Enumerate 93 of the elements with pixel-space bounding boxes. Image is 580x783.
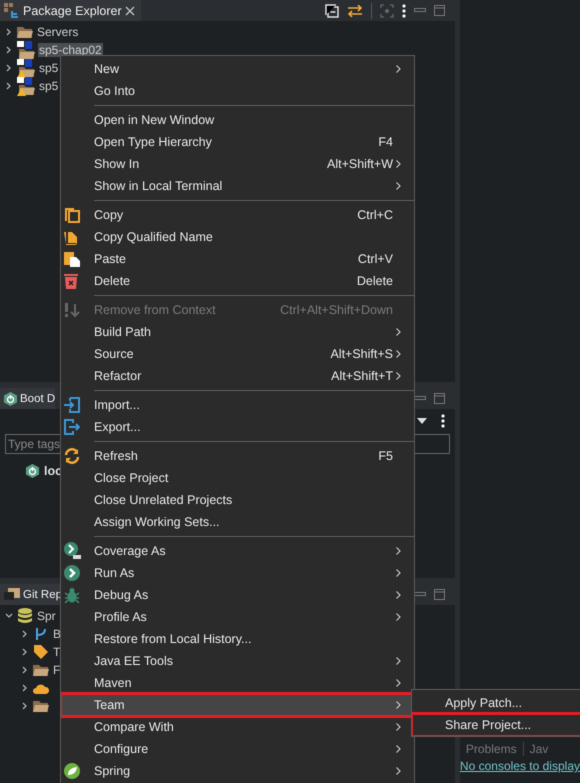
database-icon	[17, 608, 33, 624]
menu-item[interactable]: Refactor Alt+Shift+T	[61, 365, 414, 387]
collapsed-chevron-icon[interactable]	[6, 46, 12, 54]
refresh-icon	[64, 448, 80, 464]
menu-item[interactable]: Apply Patch...	[412, 692, 580, 714]
link-arrows-icon[interactable]	[346, 4, 363, 16]
maximize-icon[interactable]	[434, 393, 445, 404]
menu-item[interactable]: Show in Local Terminal	[61, 175, 414, 197]
view-tab[interactable]: Jav	[530, 742, 548, 756]
paste-icon	[64, 251, 80, 267]
menu-item[interactable]: Restore from Local History...	[61, 628, 414, 650]
menu-item[interactable]: Configure	[61, 738, 414, 760]
tree-item[interactable]: sp5	[38, 61, 60, 75]
package-icon	[4, 2, 20, 18]
menu-item[interactable]: Copy Ctrl+C	[61, 204, 414, 226]
menu-item[interactable]: Delete Delete	[61, 270, 414, 292]
menu-item[interactable]: Build Path	[61, 321, 414, 343]
tag-icon	[33, 644, 49, 660]
bug-icon	[64, 587, 80, 603]
more-options-icon[interactable]	[402, 4, 406, 18]
collapsed-chevron-icon[interactable]	[22, 648, 28, 656]
menu-item: Remove from Context Ctrl+Alt+Shift+Down	[61, 299, 414, 321]
menu-item[interactable]: Run As	[61, 562, 414, 584]
collapsed-chevron-icon[interactable]	[6, 64, 12, 72]
menu-item[interactable]: Java EE Tools	[61, 650, 414, 672]
menu-item[interactable]: Compare With	[61, 716, 414, 738]
maximize-icon[interactable]	[434, 5, 445, 16]
collapsed-chevron-icon[interactable]	[22, 702, 28, 710]
minimize-icon[interactable]	[414, 396, 426, 402]
console-message: No consoles to display	[460, 759, 580, 773]
folder-icon	[33, 663, 49, 677]
menu-item[interactable]: New	[61, 58, 414, 80]
menu-item[interactable]: Close Unrelated Projects	[61, 489, 414, 511]
menu-item[interactable]: Maven	[61, 672, 414, 694]
view-tab[interactable]: Boot D	[0, 388, 56, 409]
tree-item[interactable]: sp5	[38, 79, 60, 93]
menu-item[interactable]: Close Project	[61, 467, 414, 489]
delete-icon	[64, 273, 78, 289]
copy-icon	[64, 207, 80, 223]
collapsed-chevron-icon[interactable]	[22, 666, 28, 674]
menu-item[interactable]: Refresh F5	[61, 445, 414, 467]
expanded-chevron-icon[interactable]	[5, 613, 13, 619]
git-icon	[4, 588, 20, 602]
menu-item[interactable]: Source Alt+Shift+S	[61, 343, 414, 365]
tree-item[interactable]: Spr	[36, 609, 57, 623]
collapsed-chevron-icon[interactable]	[22, 684, 28, 692]
menu-item[interactable]: Coverage As	[61, 540, 414, 562]
menu-item[interactable]: Go Into	[61, 80, 414, 102]
tree-item[interactable]: Servers	[36, 25, 80, 39]
tree-item[interactable]: T	[52, 645, 62, 659]
focus-icon[interactable]	[380, 4, 394, 18]
folder-icon	[33, 699, 49, 713]
menu-item[interactable]: Open in New Window	[61, 109, 414, 131]
document-icon	[64, 229, 78, 245]
power-icon	[26, 464, 39, 478]
menu-item[interactable]: Team	[61, 694, 414, 716]
disabled-arrow-icon	[64, 302, 80, 318]
maximize-icon[interactable]	[434, 589, 445, 600]
spring-leaf-icon	[64, 763, 80, 779]
menu-item[interactable]: Open Type Hierarchy F4	[61, 131, 414, 153]
view-tab[interactable]: Package Explorer	[0, 0, 141, 21]
menu-item[interactable]: Copy Qualified Name	[61, 226, 414, 248]
menu-item[interactable]: Import...	[61, 394, 414, 416]
collapsed-chevron-icon[interactable]	[6, 82, 12, 90]
menu-item[interactable]: Assign Working Sets...	[61, 511, 414, 533]
minimize-icon[interactable]	[414, 8, 426, 14]
cloud-icon	[33, 682, 49, 694]
menu-item[interactable]: Export...	[61, 416, 414, 438]
view-tab[interactable]: Problems	[466, 742, 517, 756]
folder-icon	[17, 25, 33, 39]
tree-item[interactable]: B	[52, 627, 62, 641]
export-icon	[64, 419, 80, 435]
run-icon	[64, 565, 80, 581]
menu-item[interactable]: Show In Alt+Shift+W	[61, 153, 414, 175]
tree-item[interactable]: F	[52, 663, 62, 677]
more-options-icon[interactable]	[440, 414, 445, 428]
collapse-all-icon[interactable]	[324, 4, 339, 18]
menu-item[interactable]: Profile As	[61, 606, 414, 628]
branch-icon	[33, 626, 49, 642]
menu-item[interactable]: Debug As	[61, 584, 414, 606]
tree-item[interactable]: sp5-chap02	[38, 43, 103, 57]
minimize-icon[interactable]	[414, 592, 426, 598]
collapsed-chevron-icon[interactable]	[22, 630, 28, 638]
close-icon[interactable]	[124, 6, 135, 16]
coverage-icon	[64, 542, 82, 560]
dropdown-icon[interactable]	[416, 418, 427, 424]
power-icon	[4, 392, 17, 406]
menu-item[interactable]: Share Project...	[412, 714, 580, 736]
menu-item[interactable]: Paste Ctrl+V	[61, 248, 414, 270]
collapsed-chevron-icon[interactable]	[6, 28, 12, 36]
menu-item[interactable]: Spring	[61, 760, 414, 782]
import-icon	[64, 397, 80, 413]
project-folder-icon	[17, 41, 35, 59]
